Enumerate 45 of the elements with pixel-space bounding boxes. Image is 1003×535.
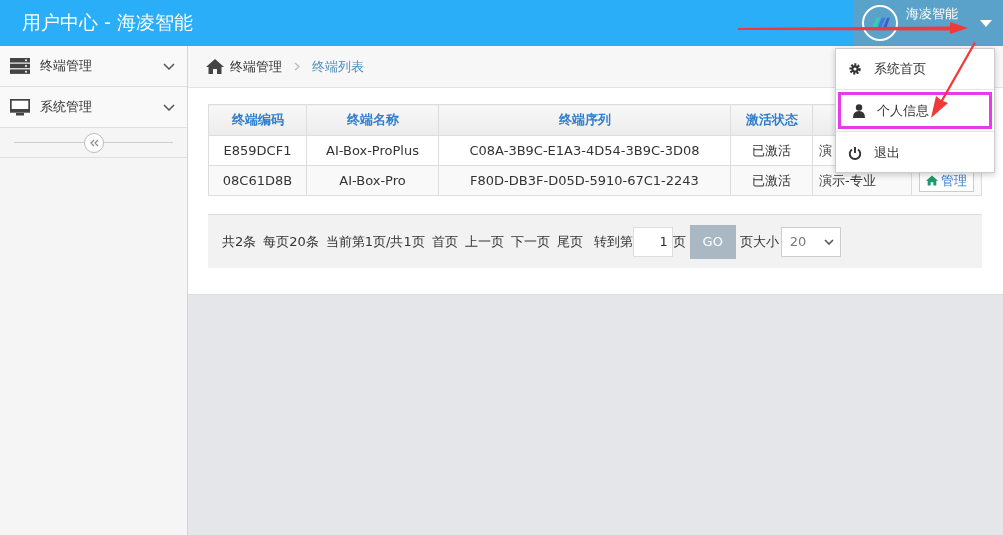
chevron-down-icon xyxy=(163,62,175,70)
pager-link[interactable]: 首页 xyxy=(431,232,458,251)
pager-link[interactable]: 下一页 xyxy=(510,232,550,251)
server-icon xyxy=(10,58,30,74)
column-header: 终端序列 xyxy=(438,104,731,136)
double-chevron-left-icon xyxy=(88,138,99,147)
menu-item[interactable]: 个人信息 xyxy=(838,92,992,129)
gear-icon xyxy=(848,61,862,76)
breadcrumb-item[interactable]: 终端管理 xyxy=(230,57,282,76)
page-suffix: 页 xyxy=(672,232,686,251)
page-size-select[interactable]: 20 xyxy=(780,226,841,257)
chevron-down-icon xyxy=(823,238,834,245)
table-cell: 已激活 xyxy=(730,135,813,166)
column-header: 终端编码 xyxy=(208,104,307,136)
pager-link[interactable]: 上一页 xyxy=(464,232,504,251)
table-cell: C08A-3B9C-E1A3-4D54-3B9C-3D08 xyxy=(438,135,731,166)
user-name: 海凌智能 xyxy=(906,5,958,23)
page-number-field[interactable]: 1 xyxy=(632,226,673,257)
table-cell: AI-Box-ProPlus xyxy=(306,135,439,166)
home-icon xyxy=(926,175,938,186)
table-cell: AI-Box-Pro xyxy=(306,165,439,196)
pager-info: 每页20条 xyxy=(263,232,319,251)
table-cell: 08C61D8B xyxy=(208,165,307,196)
pager-info: 当前第1页/共1页 xyxy=(325,232,425,251)
sidebar-item[interactable]: 终端管理 xyxy=(0,46,187,87)
caret-icon xyxy=(980,19,992,27)
menu-item[interactable]: 系统首页 xyxy=(836,50,994,87)
table-cell: F80D-DB3F-D05D-5910-67C1-2243 xyxy=(438,165,731,196)
table-cell: 已激活 xyxy=(730,165,813,196)
sidebar-item[interactable]: 系统管理 xyxy=(0,87,187,128)
pager-link[interactable]: 尾页 xyxy=(556,232,583,251)
user-icon xyxy=(853,103,865,118)
pager-info: 共2条 xyxy=(222,232,257,251)
goto-label: 转到第 xyxy=(593,232,633,251)
chevron-right-icon xyxy=(294,62,300,71)
collapse-sidebar-button[interactable] xyxy=(83,132,104,153)
table-cell: E859DCF1 xyxy=(208,135,307,166)
power-icon xyxy=(848,145,862,160)
column-header: 激活状态 xyxy=(730,104,813,136)
monitor-icon xyxy=(10,98,30,116)
app-title: 用户中心 - 海凌智能 xyxy=(22,10,193,35)
page-size-label: 页大小 xyxy=(739,232,779,251)
column-header: 终端名称 xyxy=(306,104,439,136)
chevron-down-icon xyxy=(163,103,175,111)
home-icon xyxy=(206,59,224,74)
